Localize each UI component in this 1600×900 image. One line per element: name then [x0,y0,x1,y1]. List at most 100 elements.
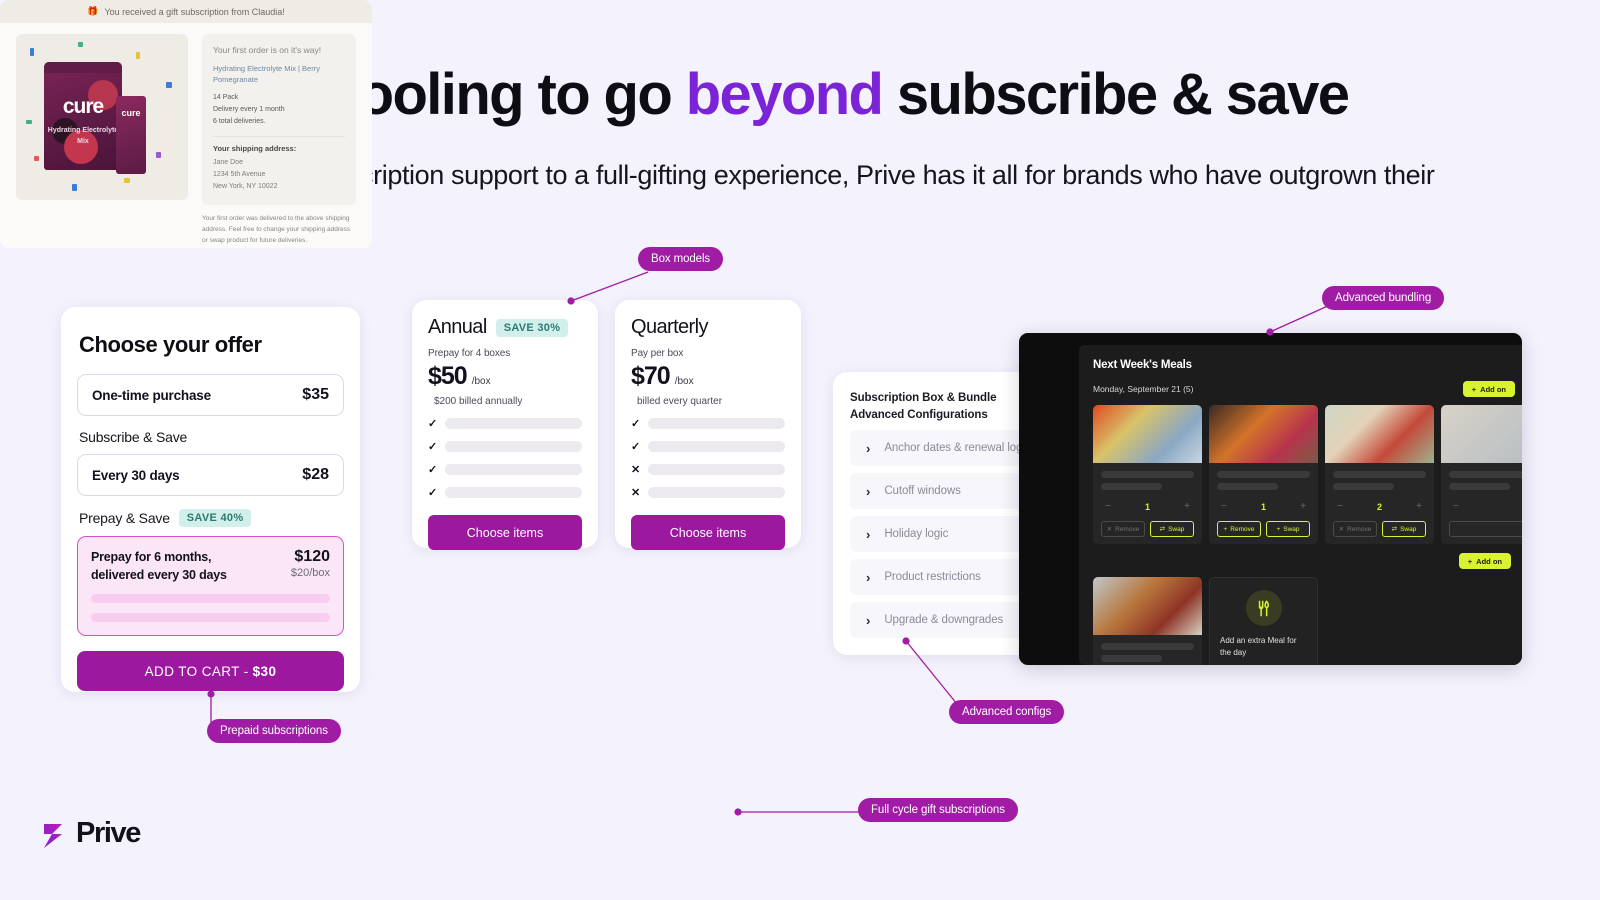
feature-placeholder [445,418,582,429]
remove-label: Remove [1115,525,1140,533]
option-prepay-6-months[interactable]: Prepay for 6 months, delivered every 30 … [77,536,344,637]
increment-button[interactable]: + [1184,501,1190,512]
feature-placeholder [648,464,785,475]
remove-button[interactable]: + Remove [1217,521,1261,537]
feature-placeholder [445,464,582,475]
order-detail: 6 total deliveries. [213,118,266,125]
decrement-button[interactable]: − [1105,501,1111,512]
feature-placeholder [445,441,582,452]
page-title-part2: subscribe & save [882,62,1350,127]
callout-advanced-bundling: Advanced bundling [1322,286,1445,310]
callout-full-cycle-gift: Full cycle gift subscriptions [858,798,1018,822]
plus-icon: + [1471,384,1477,394]
option-every-30-days[interactable]: Every 30 days $28 [77,454,344,496]
meal-card[interactable]: − 2 + ✕ Remove ⇄ Swap [1325,405,1434,544]
decrement-button[interactable]: − [1221,501,1227,512]
decrement-button[interactable]: − [1453,501,1459,512]
prepay-save-label: Prepay & Save [79,510,170,526]
skeleton-bar [1217,483,1279,490]
shipping-line: Jane Doe [213,159,243,167]
callout-prepaid-subscriptions: Prepaid subscriptions [207,719,341,743]
increment-button[interactable]: + [1300,501,1306,512]
quantity-value: 1 [1144,501,1150,512]
meal-card[interactable]: − 1 + ✕ Remove ⇄ Swap [1093,405,1202,544]
plan-name: Quarterly [631,316,708,338]
plus-icon: + [1467,556,1473,566]
meal-image [1209,405,1318,463]
cross-icon: ✕ [1338,526,1345,533]
chevron-right-icon: › [866,612,871,628]
meal-card-partial[interactable]: − + [1441,405,1522,544]
gift-product-image: cure Hydrating Electrolyte Mix cure [16,34,188,200]
meal-card[interactable]: − 1 + + Remove + Swap [1209,405,1318,544]
gift-subscription-card: 🎁 You received a gift subscription from … [0,0,372,248]
plus-icon: + [1223,525,1228,533]
plan-billing-note: billed every quarter [637,396,723,407]
skeleton-bar [1449,471,1522,478]
remove-button[interactable] [1449,521,1522,537]
shipping-line: New York, NY 10022 [213,183,278,191]
add-on-button-bottom[interactable]: + Add on [1458,553,1511,569]
add-to-cart-button[interactable]: ADD TO CART - $30 [77,651,344,692]
chevron-right-icon: › [866,526,871,542]
quantity-value: 2 [1376,501,1382,512]
swap-button[interactable]: + Swap [1266,521,1310,537]
option-one-time-purchase[interactable]: One-time purchase $35 [77,374,344,416]
swap-button[interactable]: ⇄ Swap [1150,521,1194,537]
product-pouch: cure Hydrating Electrolyte Mix [44,62,122,170]
add-on-label: Add on [1476,556,1502,566]
save-badge: SAVE 40% [178,509,252,527]
increment-button[interactable]: + [1416,501,1422,512]
chevron-right-icon: › [866,440,871,456]
option-label: Every 30 days [92,467,180,483]
page-title-accent: beyond [685,62,884,127]
skeleton-bar [1449,483,1511,490]
product-stick-pack: cure [116,96,146,174]
check-icon: ✓ [631,418,641,430]
config-label: Cutoff windows [884,485,961,498]
config-label: Upgrade & downgrades [884,614,1004,627]
add-extra-meal-card[interactable]: Add an extra Meal for the day [1209,577,1318,665]
remove-button[interactable]: ✕ Remove [1101,521,1145,537]
skeleton-bar [1333,483,1395,490]
meal-image [1441,405,1522,463]
swap-label: Swap [1400,525,1417,533]
decrement-button[interactable]: − [1337,501,1343,512]
check-icon: ✓ [631,441,641,453]
plus-icon: + [1276,525,1281,533]
gift-note: Your first order was delivered to the ab… [202,214,351,245]
plan-feature: ✓ [428,417,582,430]
gift-icon: 🎁 [87,6,99,16]
pouch-subtitle: Hydrating Electrolyte Mix [47,127,119,145]
cross-icon: ✕ [1106,526,1113,533]
plan-save-badge: SAVE 30% [495,318,569,337]
plan-price-unit: /box [471,376,491,387]
choose-items-button-annual[interactable]: Choose items [428,515,582,550]
feature-placeholder [648,441,785,452]
choose-items-button-quarterly[interactable]: Choose items [631,515,785,550]
skeleton-bar [1101,655,1163,662]
callout-box-models: Box models [638,247,724,271]
add-to-cart-price: $30 [252,663,277,679]
plan-subtitle: Prepay for 4 boxes [428,348,511,359]
add-on-button-top[interactable]: + Add on [1462,381,1515,397]
skeleton-bar [91,594,330,604]
plan-name: Annual [428,316,487,338]
plan-billing-note: $200 billed annually [434,396,523,407]
swap-label: Swap [1168,525,1185,533]
remove-button[interactable]: ✕ Remove [1333,521,1377,537]
plan-feature: ✓ [631,417,785,430]
check-icon: ✓ [428,418,438,430]
swap-label: Swap [1283,525,1300,533]
swap-button[interactable]: ⇄ Swap [1382,521,1426,537]
check-icon: ✓ [428,441,438,453]
meal-card[interactable] [1093,577,1202,665]
add-to-cart-label: ADD TO CART - [144,663,249,679]
meals-title: Next Week's Meals [1093,359,1192,371]
prepay-name-line2: delivered every 30 days [91,568,227,583]
plan-feature: ✓ [631,440,785,453]
plan-subtitle: Pay per box [631,348,684,359]
gift-banner: 🎁 You received a gift subscription from … [0,0,372,23]
check-icon: ✓ [428,464,438,476]
prepay-amount: $120 [294,548,330,565]
